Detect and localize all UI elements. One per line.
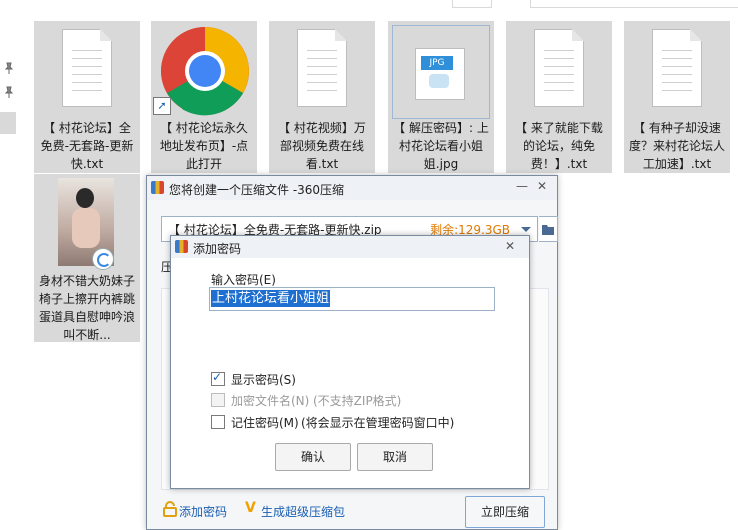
cancel-button[interactable]: 取消 xyxy=(357,443,433,471)
file-name: 【 村花论坛永久地址发布页】-点此打开 xyxy=(159,121,249,171)
toolbar-fragment xyxy=(452,0,492,8)
text-file-icon xyxy=(534,29,584,107)
encrypt-filenames-checkbox[interactable] xyxy=(211,393,225,407)
password-dialog-title-bar[interactable]: 添加密码 ✕ xyxy=(171,236,529,258)
file-tile[interactable]: 【 有种子却没速度？来村花论坛人工加速】.txt xyxy=(624,21,730,173)
remember-password-note: (将会显示在管理密码窗口中) xyxy=(301,416,455,430)
file-name: 【 村花视频】万部视频免费在线看.txt xyxy=(278,121,366,171)
remember-password-checkbox[interactable] xyxy=(211,415,225,429)
text-file-icon xyxy=(297,29,347,107)
browse-folder-button[interactable] xyxy=(539,216,558,242)
remember-password-label: 记住密码(M) xyxy=(231,416,299,430)
password-input-label: 输入密码(E) xyxy=(211,273,276,287)
show-password-label: 显示密码(S) xyxy=(231,373,296,387)
jpg-file-icon: JPG xyxy=(392,25,490,119)
password-dialog-title: 添加密码 xyxy=(193,242,242,256)
dialog-title-bar[interactable]: 您将创建一个压缩文件 -360压缩 — ✕ xyxy=(147,176,557,200)
file-tile[interactable]: 身材不错大奶妹子椅子上擦开内裤跳蛋道具自慰呻吟浪叫不断... xyxy=(34,174,140,342)
encrypt-filenames-label: 加密文件名(N) xyxy=(231,394,310,408)
folder-icon xyxy=(542,225,554,235)
navigation-pane xyxy=(0,0,22,528)
pin-icon[interactable] xyxy=(4,62,14,74)
chrome-icon xyxy=(161,27,249,116)
compress-now-button[interactable]: 立即压缩 xyxy=(465,496,545,528)
file-tile[interactable]: 【 村花视频】万部视频免费在线看.txt xyxy=(269,21,375,173)
dialog-title: 您将创建一个压缩文件 -360压缩 xyxy=(169,183,345,197)
file-tile[interactable]: 【 来了就能下载的论坛，纯免费！】.txt xyxy=(506,21,612,173)
file-name: 【 解压密码】: 上村花论坛看小姐姐.jpg xyxy=(393,121,489,171)
add-password-link[interactable]: 添加密码 xyxy=(179,503,227,520)
file-name: 【 来了就能下载的论坛，纯免费！】.txt xyxy=(515,121,603,171)
super-package-link[interactable]: 生成超级压缩包 xyxy=(261,503,345,520)
nav-selected-item[interactable] xyxy=(0,112,16,134)
super-package-icon: V xyxy=(245,500,256,516)
text-file-icon xyxy=(652,29,702,107)
search-box-fragment[interactable] xyxy=(530,0,738,8)
360zip-app-icon xyxy=(151,181,164,194)
lock-icon xyxy=(163,501,177,517)
password-input-value: 上村花论坛看小姐姐 xyxy=(211,290,331,307)
player-badge-icon xyxy=(92,248,114,270)
file-name: 【 有种子却没速度？来村花论坛人工加速】.txt xyxy=(628,121,725,171)
minimize-icon[interactable]: — xyxy=(515,179,529,193)
ok-button[interactable]: 确认 xyxy=(275,443,351,471)
shortcut-arrow-icon: ➚ xyxy=(153,97,171,115)
file-name: 【 村花论坛】全免费-无套路-更新快.txt xyxy=(40,121,134,171)
show-password-checkbox[interactable] xyxy=(211,370,225,386)
close-icon[interactable]: ✕ xyxy=(535,179,549,193)
file-tile[interactable]: JPG 【 解压密码】: 上村花论坛看小姐姐.jpg xyxy=(388,21,494,173)
file-name: 身材不错大奶妹子椅子上擦开内裤跳蛋道具自慰呻吟浪叫不断... xyxy=(38,274,135,342)
text-file-icon xyxy=(62,29,112,107)
encrypt-filenames-note: (不支持ZIP格式) xyxy=(313,394,402,408)
password-dialog: 添加密码 ✕ 输入密码(E) 上村花论坛看小姐姐 显示密码(S) 加密文件名(N… xyxy=(170,235,530,489)
file-tile[interactable]: ➚ 【 村花论坛永久地址发布页】-点此打开 xyxy=(151,21,257,173)
file-tile[interactable]: 【 村花论坛】全免费-无套路-更新快.txt xyxy=(34,21,140,173)
pin-icon[interactable] xyxy=(4,86,14,98)
close-icon[interactable]: ✕ xyxy=(503,239,517,253)
password-input[interactable]: 上村花论坛看小姐姐 xyxy=(209,287,495,311)
360zip-app-icon xyxy=(175,240,188,253)
